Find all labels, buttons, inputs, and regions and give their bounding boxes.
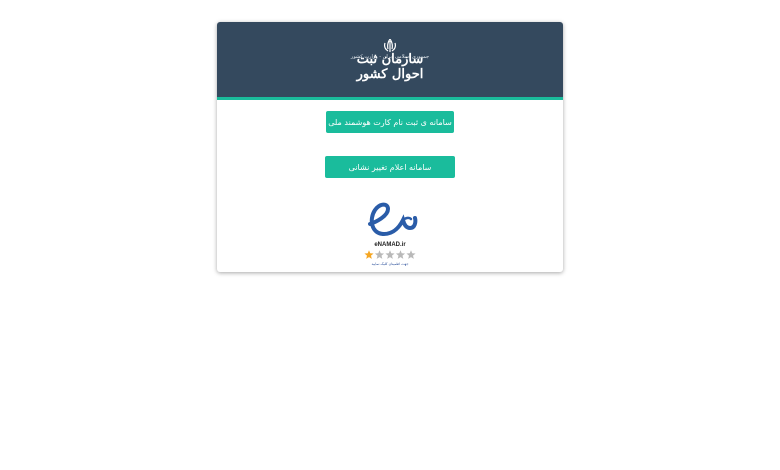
star-empty-icon	[374, 250, 385, 259]
smart-id-registration-button[interactable]: سامانه ی ثبت نام کارت هوشمند ملی	[326, 111, 454, 133]
star-empty-icon	[395, 250, 406, 259]
enamad-logo-icon	[368, 202, 418, 237]
org-logo[interactable]: جمهوری اسلامی ایران - وزارت کشور سازمان …	[348, 39, 432, 85]
star-filled-icon	[364, 250, 374, 259]
star-empty-icon	[385, 250, 395, 259]
logo-title: سازمان ثبت احوال کشور	[356, 52, 424, 82]
main-card: جمهوری اسلامی ایران - وزارت کشور سازمان …	[217, 22, 563, 272]
address-change-button[interactable]: سامانه اعلام تغییر نشانی	[325, 156, 455, 178]
enamad-note: جهت اطمینان کلیک نمایید	[371, 262, 409, 266]
emblem-icon	[384, 39, 396, 52]
star-empty-icon	[406, 250, 416, 259]
rating-stars	[364, 250, 416, 259]
enamad-label: eNAMAD.ir	[374, 242, 406, 248]
header-banner: جمهوری اسلامی ایران - وزارت کشور سازمان …	[217, 22, 563, 100]
enamad-badge[interactable]: eNAMAD.ir جهت اطمینان کلیک نمایید	[362, 200, 418, 270]
